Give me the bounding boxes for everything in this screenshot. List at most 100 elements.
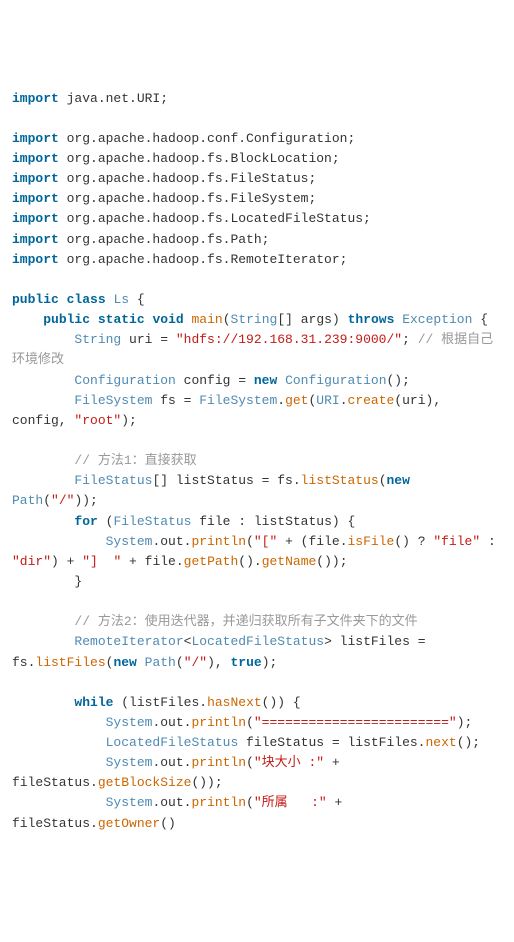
code-token (137, 655, 145, 670)
code-token: println (191, 755, 246, 770)
code-token: "hdfs://192.168.31.239:9000/" (176, 332, 402, 347)
code-token (12, 332, 74, 347)
code-token: FileStatus (113, 514, 191, 529)
code-token: listStatus (301, 473, 379, 488)
code-token: ( (43, 493, 51, 508)
code-token (277, 373, 285, 388)
code-token: + (file. (277, 534, 347, 549)
code-token: config = (176, 373, 254, 388)
code-token: ()); (316, 554, 347, 569)
code-token: { (472, 312, 488, 327)
code-token: import (12, 151, 59, 166)
code-token: ( (379, 473, 387, 488)
code-token: new (387, 473, 410, 488)
code-token: "file" (433, 534, 480, 549)
code-token: public (43, 312, 90, 327)
code-token: Ls (113, 292, 129, 307)
code-token: getPath (184, 554, 239, 569)
code-token: Exception (402, 312, 472, 327)
code-token: Path (12, 493, 43, 508)
code-token: uri = (121, 332, 176, 347)
code-token: RemoteIterator (74, 634, 183, 649)
code-token: URI (316, 393, 339, 408)
code-token (12, 312, 43, 327)
code-token: println (191, 795, 246, 810)
code-token: org.apache.hadoop.fs.FileSystem; (59, 191, 316, 206)
code-token (12, 715, 106, 730)
code-token: public (12, 292, 59, 307)
code-block: import java.net.URI; import org.apache.h… (12, 89, 502, 834)
code-token: main (192, 312, 223, 327)
code-token: (); (387, 373, 410, 388)
code-token: // 方法1：直接获取 (74, 453, 196, 468)
code-token: System (106, 534, 153, 549)
code-token: isFile (348, 534, 395, 549)
code-token: import (12, 211, 59, 226)
code-token: Configuration (285, 373, 386, 388)
code-token: } (12, 574, 82, 589)
code-token: "块大小 :" (254, 755, 324, 770)
code-token: Configuration (74, 373, 175, 388)
code-token: String (74, 332, 121, 347)
code-token: () ? (394, 534, 433, 549)
code-token: . (340, 393, 348, 408)
code-token: Path (145, 655, 176, 670)
code-token: org.apache.hadoop.fs.LocatedFileStatus; (59, 211, 371, 226)
code-token: new (113, 655, 136, 670)
code-token: getBlockSize (98, 775, 192, 790)
code-token (12, 473, 74, 488)
code-token: println (191, 715, 246, 730)
code-token: + file. (121, 554, 183, 569)
code-token: ( (246, 795, 254, 810)
code-token: // 方法2：使用迭代器，并递归获取所有子文件夹下的文件 (74, 614, 417, 629)
code-token: ( (246, 534, 254, 549)
code-token (12, 735, 106, 750)
code-token: for (74, 514, 97, 529)
code-token: org.apache.hadoop.fs.Path; (59, 232, 270, 247)
code-token: org.apache.hadoop.fs.RemoteIterator; (59, 252, 348, 267)
code-token (12, 695, 74, 710)
code-token: true (231, 655, 262, 670)
code-token: listFiles (35, 655, 105, 670)
code-token: ( (98, 514, 114, 529)
code-token (12, 373, 74, 388)
code-token: fs = (152, 393, 199, 408)
code-token: System (106, 795, 153, 810)
code-token: import (12, 191, 59, 206)
code-token: "[" (254, 534, 277, 549)
code-token: . (277, 393, 285, 408)
code-token: while (74, 695, 113, 710)
code-token: () (160, 816, 176, 831)
code-token: org.apache.hadoop.fs.FileStatus; (59, 171, 316, 186)
code-token: "========================" (254, 715, 457, 730)
code-token: ); (457, 715, 473, 730)
code-token (12, 453, 74, 468)
code-token: "] " (82, 554, 121, 569)
code-token: static (98, 312, 145, 327)
code-token: getOwner (98, 816, 160, 831)
code-token: { (129, 292, 145, 307)
code-token: ); (121, 413, 137, 428)
code-token: java.net.URI; (59, 91, 168, 106)
code-token: .out. (152, 755, 191, 770)
code-token: hasNext (207, 695, 262, 710)
code-token (410, 473, 418, 488)
code-token: (); (457, 735, 480, 750)
code-token: "所属 :" (254, 795, 327, 810)
code-token (12, 634, 74, 649)
code-token: [] listStatus = fs. (152, 473, 300, 488)
code-token: next (425, 735, 456, 750)
code-token: create (348, 393, 395, 408)
code-token: )); (74, 493, 97, 508)
code-token: .out. (152, 715, 191, 730)
code-token: .out. (152, 795, 191, 810)
code-token: void (152, 312, 183, 327)
code-token: ), (207, 655, 230, 670)
code-token (12, 534, 106, 549)
code-token (90, 312, 98, 327)
code-token: FileSystem (74, 393, 152, 408)
code-token (12, 755, 106, 770)
code-token: ) + (51, 554, 82, 569)
code-token: org.apache.hadoop.conf.Configuration; (59, 131, 355, 146)
code-token: [] args) (277, 312, 347, 327)
